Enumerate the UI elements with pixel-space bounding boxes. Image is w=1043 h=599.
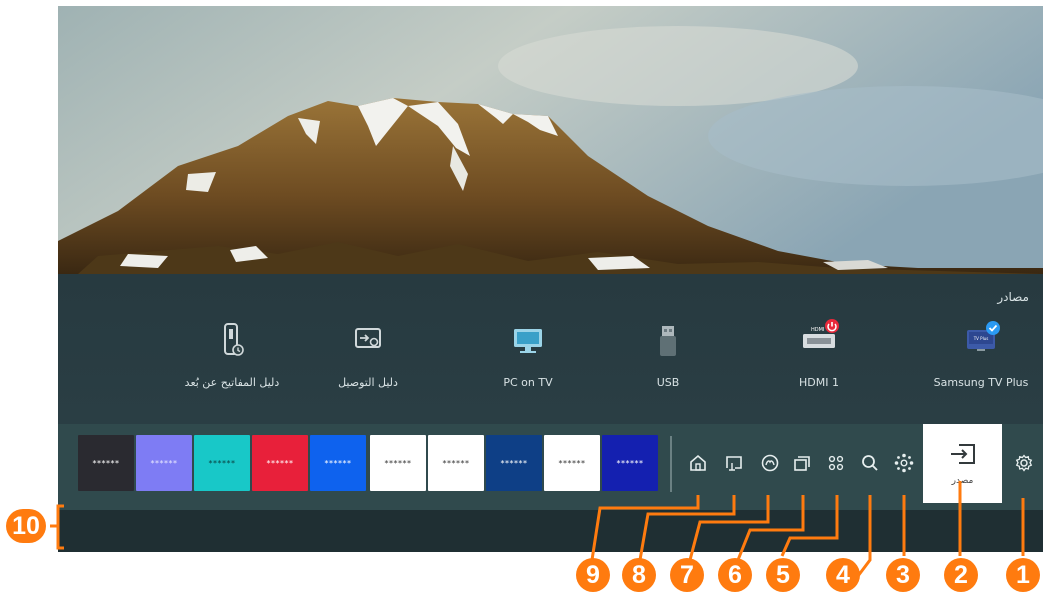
callout-10: 10	[6, 509, 46, 543]
callout-4: 4	[826, 558, 860, 592]
callout-9: 9	[576, 558, 610, 592]
callout-3: 3	[886, 558, 920, 592]
callout-8: 8	[622, 558, 656, 592]
callout-2: 2	[944, 558, 978, 592]
callout-1: 1	[1006, 558, 1040, 592]
callout-5: 5	[766, 558, 800, 592]
callout-6: 6	[718, 558, 752, 592]
callout-lines	[50, 481, 1025, 577]
callout-7: 7	[670, 558, 704, 592]
